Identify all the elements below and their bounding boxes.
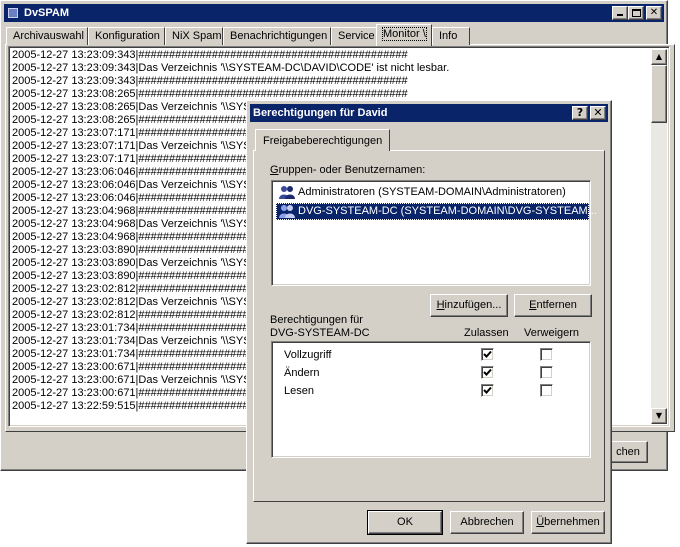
- permissions-label-line2: DVG-SYSTEAM-DC: [270, 327, 370, 339]
- column-deny: Verweigern: [524, 327, 580, 339]
- close-button[interactable]: ✕: [646, 6, 662, 20]
- checkmark-icon: [483, 368, 492, 376]
- help-button[interactable]: ?: [572, 106, 588, 120]
- user-row-dvg-systeam-dc[interactable]: DVG-SYSTEAM-DC (SYSTEAM-DOMAIN\DVG-SYSTE…: [276, 203, 597, 220]
- user-row-administratoren[interactable]: Administratoren (SYSTEAM-DOMAIN\Administ…: [276, 184, 570, 201]
- users-listbox[interactable]: Administratoren (SYSTEAM-DOMAIN\Administ…: [271, 180, 597, 286]
- log-line: 2005-12-27 13:23:03:890|################…: [12, 270, 267, 282]
- permission-row-vollzugriff: Vollzugriff: [284, 349, 332, 361]
- log-line: 2005-12-27 13:23:00:671|################…: [12, 387, 267, 399]
- apply-button[interactable]: Übernehmen: [531, 511, 605, 534]
- column-allow: Zulassen: [464, 327, 509, 339]
- log-line: 2005-12-27 13:23:04:968|Das Verzeichnis …: [12, 218, 251, 230]
- help-icon: ?: [576, 106, 584, 119]
- minimize-button[interactable]: [612, 6, 628, 20]
- log-line: 2005-12-27 13:23:00:671|Das Verzeichnis …: [12, 374, 251, 386]
- tab-konfiguration[interactable]: Konfiguration: [88, 27, 165, 45]
- user-group-icon: [279, 205, 295, 218]
- groups-label: Gruppen- oder Benutzernamen:: [270, 164, 426, 176]
- scroll-up-button[interactable]: ▲: [651, 49, 667, 65]
- log-line: 2005-12-27 13:23:04:968|################…: [12, 231, 267, 243]
- allow-checkbox-vollzugriff[interactable]: [481, 348, 494, 361]
- log-line: 2005-12-27 13:23:02:812|################…: [12, 283, 267, 295]
- allow-checkbox-lesen[interactable]: [481, 384, 494, 397]
- log-line: 2005-12-27 13:22:59:515|################…: [12, 400, 267, 412]
- tab-monitor[interactable]: Monitor \: [376, 24, 432, 46]
- tab-archivauswahl[interactable]: Archivauswahl: [6, 27, 88, 45]
- main-window-title: DvSPAM: [24, 7, 70, 19]
- scroll-thumb[interactable]: [651, 65, 667, 123]
- log-line: 2005-12-27 13:23:00:671|################…: [12, 361, 267, 373]
- permissions-dialog: Berechtigungen für David ? ✕ Freigabeber…: [246, 100, 612, 544]
- log-line: 2005-12-27 13:23:03:890|Das Verzeichnis …: [12, 257, 251, 269]
- log-line: 2005-12-27 13:23:08:265|################…: [12, 114, 267, 126]
- vertical-scrollbar[interactable]: ▲ ▼: [651, 49, 667, 424]
- log-line: 2005-12-27 13:23:09:343|################…: [12, 49, 408, 61]
- app-icon: [8, 8, 18, 18]
- log-line: 2005-12-27 13:23:01:734|################…: [12, 322, 267, 334]
- log-line: 2005-12-27 13:23:06:046|Das Verzeichnis …: [12, 179, 251, 191]
- log-line: 2005-12-27 13:23:02:812|################…: [12, 309, 267, 321]
- deny-checkbox-aendern[interactable]: [540, 366, 553, 379]
- tab-nix-spam[interactable]: NiX Spam: [165, 27, 223, 45]
- minimize-icon: [617, 14, 623, 16]
- arrow-up-icon: ▲: [655, 52, 663, 61]
- user-group-icon: [279, 186, 295, 199]
- main-titlebar[interactable]: DvSPAM ✕: [4, 4, 664, 22]
- log-line: 2005-12-27 13:23:09:343|Das Verzeichnis …: [12, 62, 450, 74]
- remove-button[interactable]: Entfernen: [514, 294, 592, 317]
- scroll-down-button[interactable]: ▼: [651, 408, 667, 424]
- deny-checkbox-lesen[interactable]: [540, 384, 553, 397]
- dialog-title: Berechtigungen für David: [253, 107, 388, 119]
- ok-button[interactable]: OK: [367, 510, 443, 535]
- log-line: 2005-12-27 13:23:06:046|################…: [12, 192, 267, 204]
- permissions-label-line1: Berechtigungen für: [270, 314, 363, 326]
- close-icon: ✕: [649, 7, 659, 18]
- log-line: 2005-12-27 13:23:02:812|Das Verzeichnis …: [12, 296, 251, 308]
- log-line: 2005-12-27 13:23:01:734|################…: [12, 348, 267, 360]
- checkmark-icon: [483, 386, 492, 394]
- tab-info[interactable]: Info: [432, 27, 470, 45]
- close-icon: ✕: [593, 106, 603, 119]
- log-line: 2005-12-27 13:23:01:734|Das Verzeichnis …: [12, 335, 251, 347]
- log-line: 2005-12-27 13:23:03:890|################…: [12, 244, 267, 256]
- permission-row-aendern: Ändern: [284, 367, 320, 379]
- dialog-tab-panel: Gruppen- oder Benutzernamen: Administrat…: [253, 150, 605, 502]
- arrow-down-icon: ▼: [655, 411, 663, 420]
- add-button[interactable]: Hinzufügen...: [430, 294, 508, 317]
- log-line: 2005-12-27 13:23:04:968|################…: [12, 205, 267, 217]
- checkmark-icon: [483, 350, 492, 358]
- log-line: 2005-12-27 13:23:06:046|################…: [12, 166, 267, 178]
- tab-freigabeberechtigungen[interactable]: Freigabeberechtigungen: [255, 129, 391, 151]
- log-line: 2005-12-27 13:23:09:343|################…: [12, 75, 408, 87]
- permission-row-lesen: Lesen: [284, 385, 314, 397]
- log-line: 2005-12-27 13:23:07:171|################…: [12, 127, 267, 139]
- allow-checkbox-aendern[interactable]: [481, 366, 494, 379]
- dialog-titlebar[interactable]: Berechtigungen für David ? ✕: [250, 104, 608, 122]
- tab-benachrichtigungen[interactable]: Benachrichtigungen: [223, 27, 331, 45]
- cancel-button[interactable]: Abbrechen: [450, 511, 524, 534]
- dialog-close-button[interactable]: ✕: [590, 106, 606, 120]
- permissions-list: Vollzugriff Ändern Lesen: [271, 341, 591, 458]
- log-line: 2005-12-27 13:23:07:171|################…: [12, 153, 267, 165]
- deny-checkbox-vollzugriff[interactable]: [540, 348, 553, 361]
- log-line: 2005-12-27 13:23:07:171|Das Verzeichnis …: [12, 140, 251, 152]
- maximize-button[interactable]: [628, 6, 644, 20]
- log-line: 2005-12-27 13:23:08:265|Das Verzeichnis …: [12, 101, 251, 113]
- tab-service[interactable]: Service: [331, 27, 377, 45]
- maximize-icon: [632, 9, 641, 17]
